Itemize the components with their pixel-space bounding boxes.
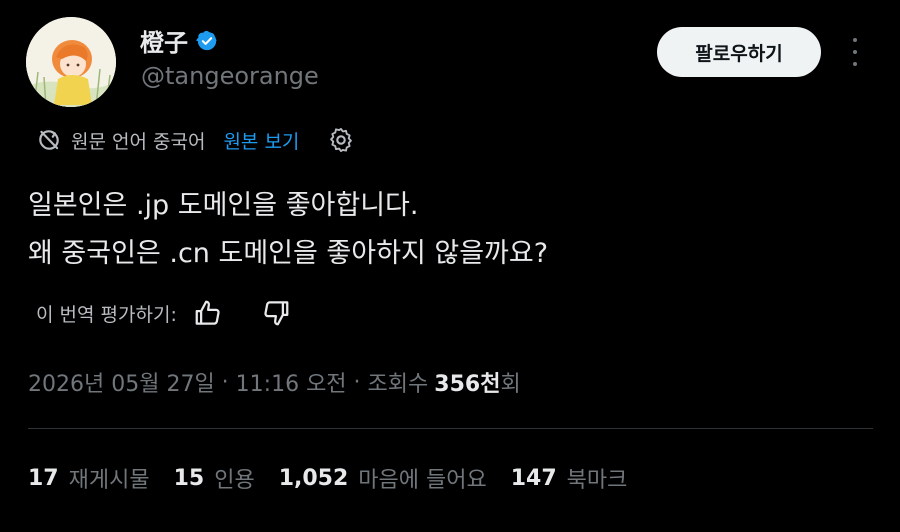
tweet-meta: 2026년 05월 27일 · 11:16 오전 · 조회수 356천 회 bbox=[28, 364, 521, 400]
gear-icon[interactable] bbox=[327, 126, 355, 154]
views-suffix: 회 bbox=[500, 372, 521, 397]
user-handle[interactable]: @tangeorange bbox=[141, 62, 319, 90]
stat-count: 1,052 bbox=[278, 465, 349, 491]
source-language-label: 원문 언어 중국어 bbox=[71, 130, 206, 153]
stat-count: 15 bbox=[173, 465, 205, 491]
rate-translation: 이 번역 평가하기: bbox=[36, 295, 291, 331]
stat-bookmarks[interactable]: 147 북마크 bbox=[511, 462, 628, 494]
tweet-date[interactable]: 2026년 05월 27일 bbox=[28, 366, 215, 398]
stat-reposts[interactable]: 17 재게시물 bbox=[28, 462, 150, 494]
engagement-stats: 17 재게시물 15 인용 1,052 마음에 들어요 147 북마크 bbox=[28, 462, 651, 494]
translate-icon bbox=[39, 130, 59, 150]
stat-count: 147 bbox=[510, 465, 557, 491]
stat-likes[interactable]: 1,052 마음에 들어요 bbox=[279, 462, 487, 494]
thumbs-down-icon[interactable] bbox=[261, 298, 291, 328]
views-prefix: 조회수 bbox=[367, 372, 429, 397]
display-name[interactable]: 橙子 bbox=[140, 23, 188, 58]
meta-separator: · bbox=[214, 369, 236, 395]
tweet-line: 왜 중국인은 .cn 도메인을 좋아하지 않을까요? bbox=[28, 238, 549, 269]
stat-label: 인용 bbox=[214, 468, 255, 493]
stat-quotes[interactable]: 15 인용 bbox=[174, 462, 255, 494]
stat-label: 북마크 bbox=[566, 468, 628, 493]
divider bbox=[28, 428, 873, 429]
stat-label: 재게시물 bbox=[68, 468, 150, 493]
thumbs-up-icon[interactable] bbox=[193, 298, 223, 328]
more-options-icon[interactable] bbox=[845, 36, 865, 68]
verified-badge-icon[interactable] bbox=[196, 30, 218, 52]
translation-bar: 원문 언어 중국어 원본 보기 bbox=[36, 124, 355, 156]
tweet-text: 일본인은 .jp 도메인을 좋아합니다. 왜 중국인은 .cn 도메인을 좋아하… bbox=[28, 182, 548, 278]
stat-count: 17 bbox=[28, 465, 59, 491]
avatar[interactable] bbox=[26, 17, 116, 107]
avatar-illustration bbox=[26, 17, 116, 107]
tweet-time[interactable]: 11:16 오전 bbox=[236, 366, 347, 398]
views-count: 356천 bbox=[434, 372, 501, 397]
rate-translation-label: 이 번역 평가하기: bbox=[36, 303, 177, 326]
show-original-link[interactable]: 원본 보기 bbox=[223, 127, 299, 154]
meta-separator: · bbox=[346, 369, 368, 395]
tweet-line: 일본인은 .jp 도메인을 좋아합니다. bbox=[28, 190, 419, 221]
stat-label: 마음에 들어요 bbox=[358, 468, 487, 493]
follow-button[interactable]: 팔로우하기 bbox=[657, 27, 821, 77]
